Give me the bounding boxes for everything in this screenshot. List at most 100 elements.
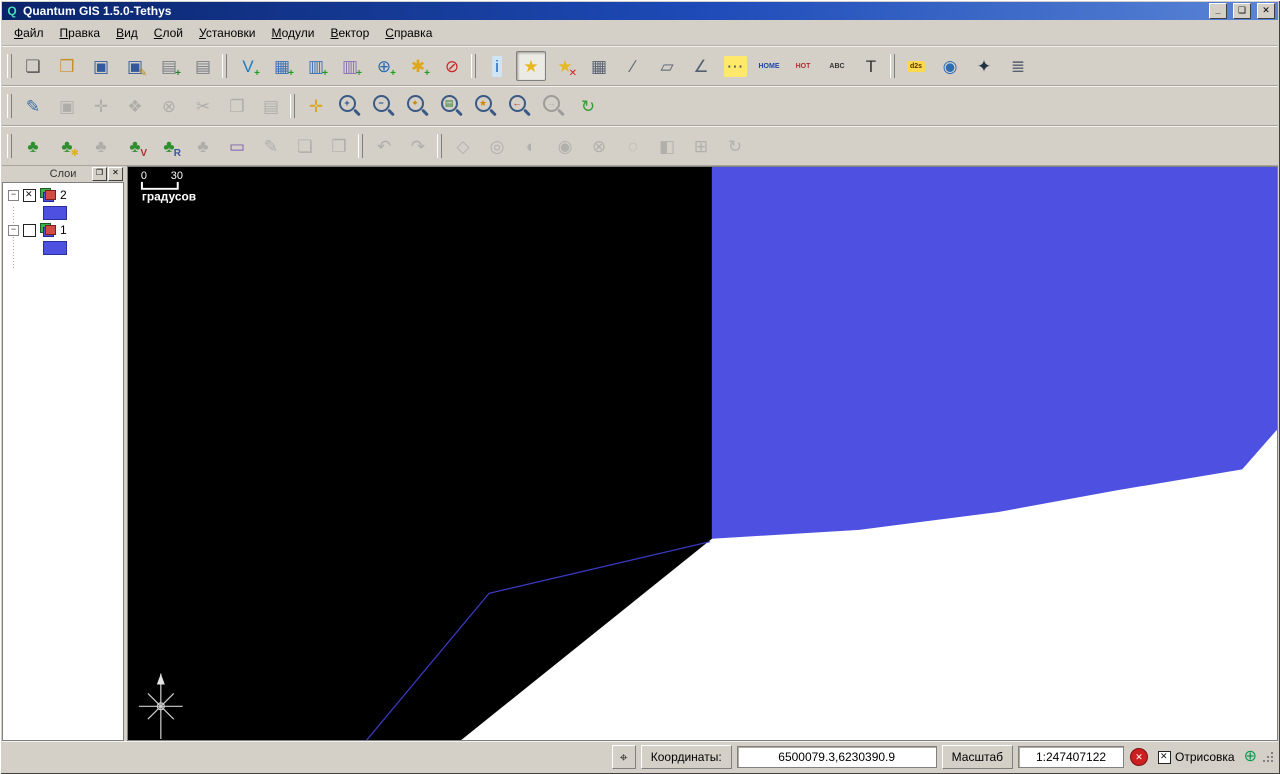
new-bookmark-button[interactable]: HOME <box>754 51 784 81</box>
layer-row[interactable]: 2 <box>3 186 123 204</box>
measure-area-button[interactable]: ▱ <box>652 51 682 81</box>
minimize-button[interactable]: _ <box>1209 3 1227 19</box>
toggle-editing-button[interactable]: ✎ <box>18 91 48 121</box>
add-raster-layer-button[interactable]: ▦+ <box>267 51 297 81</box>
save-project-button[interactable]: ▣ <box>86 51 116 81</box>
menu-file[interactable]: Файл <box>6 23 52 43</box>
print-button[interactable]: ▤ <box>188 51 218 81</box>
zoom-full-extent-button[interactable]: ✦ <box>403 91 433 121</box>
measure-line-button[interactable]: ∕ <box>618 51 648 81</box>
coordinates-input[interactable]: 6500079.3,6230390.9 <box>737 746 937 768</box>
select-features-button[interactable]: ★ <box>516 51 546 81</box>
layer-visibility-checkbox[interactable] <box>23 189 36 202</box>
scale-label[interactable]: Масштаб <box>942 745 1013 769</box>
window-title: Quantum GIS 1.5.0-Tethys <box>23 4 1203 18</box>
open-attribute-table-button[interactable]: ▦ <box>584 51 614 81</box>
text-annotation-button[interactable]: T <box>856 51 886 81</box>
save-project-as-button[interactable]: ▣✎ <box>120 51 150 81</box>
new-print-composer-button[interactable]: ▤+ <box>154 51 184 81</box>
menu-vector[interactable]: Вектор <box>322 23 377 43</box>
expander-icon[interactable] <box>8 225 19 236</box>
select-features-icon: ★ <box>523 58 538 75</box>
layer-row[interactable]: 1 <box>3 221 123 239</box>
zoom-to-layer-button[interactable]: ▤ <box>437 91 467 121</box>
grass-open-mapset-button[interactable]: ♣ <box>18 131 48 161</box>
show-bookmarks-button[interactable]: HOT <box>788 51 818 81</box>
close-button[interactable]: ✕ <box>1257 3 1275 19</box>
pan-map-button[interactable]: ✛ <box>301 91 331 121</box>
add-grass-vector-button[interactable]: ♣V <box>120 131 150 161</box>
add-vector-layer-button[interactable]: V+ <box>233 51 263 81</box>
map-tips-button[interactable]: ⋯ <box>720 51 750 81</box>
north-arrow-plugin-button[interactable]: ✦ <box>969 51 999 81</box>
scale-bar-plugin-button[interactable]: ≣ <box>1003 51 1033 81</box>
labels-abc-button[interactable]: ABC <box>822 51 852 81</box>
labeling-button[interactable]: d2s <box>901 51 931 81</box>
dock-close-button[interactable]: ✕ <box>108 167 123 181</box>
zoom-last-button[interactable]: ← <box>505 91 535 121</box>
zoom-in-button[interactable]: + <box>335 91 365 121</box>
zoom-out-button[interactable]: − <box>369 91 399 121</box>
remove-layer-button[interactable]: ⊘ <box>437 51 467 81</box>
layer-symbol-swatch <box>43 241 67 255</box>
render-checkbox[interactable] <box>1158 751 1171 764</box>
expander-icon[interactable] <box>8 190 19 201</box>
map-canvas[interactable]: 0 30 градусов <box>127 166 1278 741</box>
layer-visibility-checkbox[interactable] <box>23 224 36 237</box>
add-wms-layer-button[interactable]: ⊕+ <box>369 51 399 81</box>
toolbar-grip[interactable] <box>471 54 476 78</box>
menu-edit[interactable]: Правка <box>52 23 109 43</box>
grass-new-mapset-button[interactable]: ♣✱ <box>52 131 82 161</box>
new-project-button[interactable]: ❏ <box>18 51 48 81</box>
menu-layer[interactable]: Слой <box>146 23 191 43</box>
menu-view[interactable]: Вид <box>108 23 146 43</box>
new-shapefile-layer-button[interactable]: ✱+ <box>403 51 433 81</box>
resize-grip[interactable] <box>1262 751 1274 763</box>
reshape-features-icon: ◌ <box>628 138 638 155</box>
toolbar-grip[interactable] <box>290 94 295 118</box>
maximize-button[interactable]: ❏ <box>1233 3 1251 19</box>
mouse-position-toggle[interactable]: ⌖ <box>612 745 636 769</box>
menu-help[interactable]: Справка <box>377 23 440 43</box>
grass-region-button[interactable]: ▭ <box>222 131 252 161</box>
title-bar[interactable]: Q Quantum GIS 1.5.0-Tethys _ ❏ ✕ <box>2 2 1278 20</box>
open-project-button[interactable]: ❒ <box>52 51 82 81</box>
toolbar-grip[interactable] <box>7 54 12 78</box>
grass-edit-region-button: ✎ <box>256 131 286 161</box>
render-toggle[interactable]: Отрисовка <box>1154 750 1239 764</box>
deselect-features-button[interactable]: ★✕ <box>550 51 580 81</box>
refresh-map-button[interactable]: ↻ <box>573 91 603 121</box>
toolbar-grip[interactable] <box>222 54 227 78</box>
toolbar-grip[interactable] <box>890 54 895 78</box>
add-spatialite-layer-button[interactable]: ▥+ <box>335 51 365 81</box>
split-features-icon: ◧ <box>659 138 675 155</box>
toolbar-grip[interactable] <box>358 134 363 158</box>
menu-settings[interactable]: Установки <box>191 23 264 43</box>
measure-angle-button[interactable]: ∠ <box>686 51 716 81</box>
stop-render-button[interactable]: ✕ <box>1129 747 1149 767</box>
layers-panel-header[interactable]: Слои ❐ ✕ <box>2 166 124 182</box>
identify-features-button[interactable]: i <box>482 51 512 81</box>
refresh-map-icon: ↻ <box>581 98 595 115</box>
crs-status-icon[interactable]: ⊕ <box>1244 749 1257 765</box>
redo-icon: ↷ <box>411 138 425 155</box>
add-grass-raster-button[interactable]: ♣R <box>154 131 184 161</box>
dock-float-button[interactable]: ❐ <box>92 167 107 181</box>
toolbar-grip[interactable] <box>437 134 442 158</box>
toolbar-grip[interactable] <box>7 134 12 158</box>
toolbar-grip[interactable] <box>7 94 12 118</box>
redo-button: ↷ <box>403 131 433 161</box>
zoom-to-selection-button[interactable]: ★ <box>471 91 501 121</box>
menu-plugins[interactable]: Модули <box>263 23 322 43</box>
grass-new-mapset-overlay-icon: ✱ <box>71 149 79 159</box>
toggle-editing-icon: ✎ <box>26 98 40 115</box>
zoom-last-icon: ← <box>509 95 526 112</box>
layer-icon <box>40 223 56 237</box>
coordinates-label[interactable]: Координаты: <box>641 745 732 769</box>
globe-plugin-button[interactable]: ◉ <box>935 51 965 81</box>
delete-ring-button: ◉ <box>550 131 580 161</box>
map-tips-icon: ⋯ <box>724 56 747 77</box>
add-postgis-layer-button[interactable]: ▥+ <box>301 51 331 81</box>
grass-tools-icon: ♣ <box>197 138 208 155</box>
scale-input[interactable]: 1:247407122 <box>1018 746 1124 768</box>
